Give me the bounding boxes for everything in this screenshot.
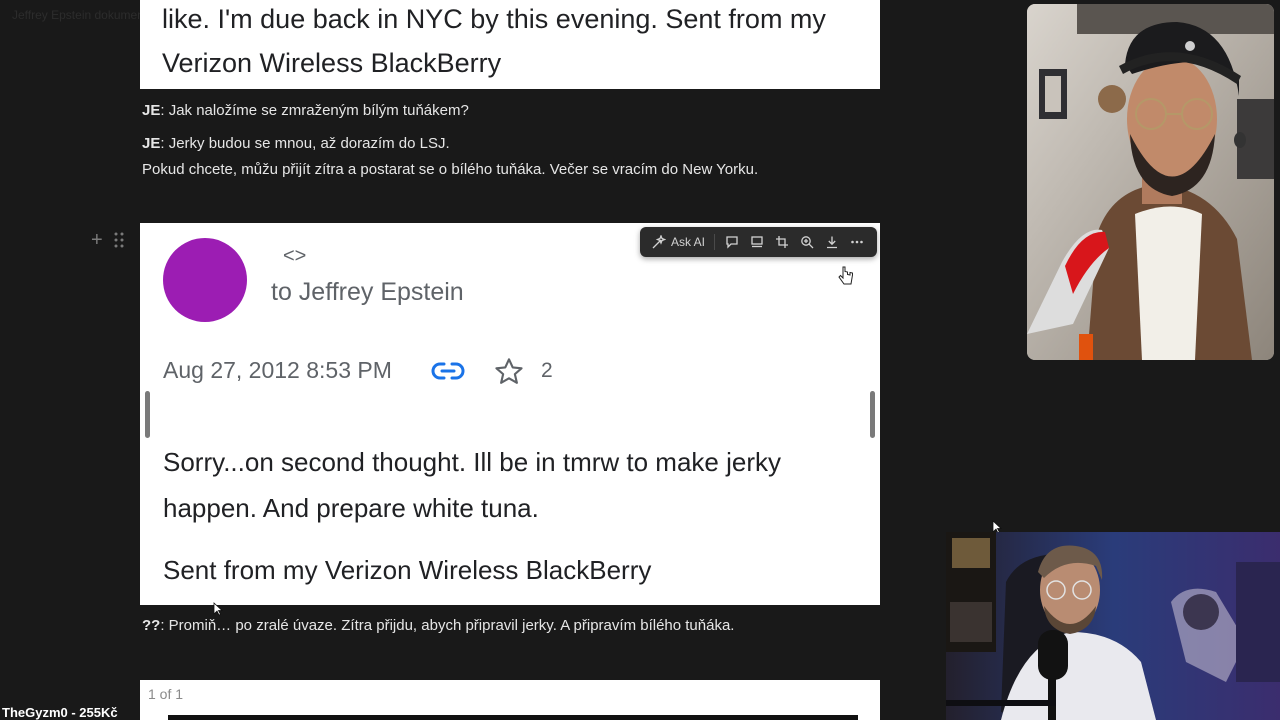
- star-icon: [493, 356, 525, 393]
- comment-button[interactable]: [719, 227, 744, 257]
- add-block-icon[interactable]: +: [91, 230, 103, 250]
- email-body-line-1: Sorry...on second thought. Ill be in tmr…: [163, 447, 782, 477]
- webcam-streamer-top: [1027, 4, 1274, 360]
- crop-button[interactable]: [769, 227, 794, 257]
- ask-ai-label: Ask AI: [671, 235, 706, 249]
- link-icon: [431, 358, 465, 389]
- email-image-main[interactable]: <> to Jeffrey Epstein Aug 27, 2012 8:53 …: [140, 223, 880, 605]
- toolbar-divider: [714, 234, 716, 250]
- ask-ai-icon: [652, 235, 666, 249]
- more-icon: [850, 240, 863, 244]
- email-top-line-2: Verizon Wireless BlackBerry: [162, 48, 502, 78]
- zoom-button[interactable]: [794, 227, 819, 257]
- translation-paragraph-3[interactable]: Pokud chcete, můžu přijít zítra a postar…: [142, 161, 758, 178]
- mouse-cursor-icon: [213, 602, 224, 621]
- ask-ai-button[interactable]: Ask AI: [640, 227, 714, 257]
- caption-button[interactable]: [744, 227, 769, 257]
- resize-handle-left[interactable]: [145, 391, 150, 438]
- caption-icon: [750, 236, 763, 248]
- translation-paragraph-1[interactable]: JE: Jak naložíme se zmraženým bílým tuňá…: [142, 102, 469, 119]
- paragraph-text: : Jerky budou se mnou, až dorazím do LSJ…: [160, 135, 450, 152]
- speaker-label: JE: [142, 102, 161, 119]
- image-toolbar: Ask AI: [640, 227, 877, 257]
- faint-header-text: Jeffrey Epstein dokumenty: [12, 8, 154, 22]
- more-options-button[interactable]: [844, 227, 869, 257]
- channel-tag: TheGyzm0 - 255Kč: [2, 705, 118, 720]
- email-top-line-1: like. I'm due back in NYC by this evenin…: [162, 4, 826, 34]
- sender-address: <>: [283, 245, 307, 267]
- email-image-top[interactable]: like. I'm due back in NYC by this evenin…: [140, 0, 880, 89]
- sender-avatar: [163, 238, 247, 322]
- speaker-label: ??: [142, 617, 161, 634]
- drag-handle-icon[interactable]: [114, 232, 124, 253]
- hand-cursor-icon: [838, 266, 854, 291]
- translation-paragraph-4[interactable]: ??: Promiň… po zralé úvaze. Zítra přijdu…: [142, 617, 734, 634]
- translation-paragraph-2[interactable]: JE: Jerky budou se mnou, až dorazím do L…: [142, 135, 450, 152]
- zoom-icon: [800, 236, 813, 249]
- speaker-label: JE: [142, 135, 161, 152]
- paragraph-text: : Promiň… po zralé úvaze. Zítra přijdu, …: [160, 617, 735, 634]
- download-icon: [826, 236, 837, 249]
- email-signature: Sent from my Verizon Wireless BlackBerry: [163, 555, 652, 585]
- paragraph-text: Pokud chcete, můžu přijít zítra a postar…: [142, 161, 759, 178]
- webcam-streamer-bottom: [946, 532, 1280, 720]
- resize-handle-right[interactable]: [870, 391, 875, 438]
- recipient-line: to Jeffrey Epstein: [271, 278, 464, 306]
- download-button[interactable]: [819, 227, 844, 257]
- comment-icon: [725, 236, 738, 249]
- page-count: 1 of 1: [148, 686, 184, 702]
- redaction-bar: [168, 715, 858, 720]
- crop-icon: [775, 236, 788, 248]
- email-body-line-2: happen. And prepare white tuna.: [163, 493, 539, 523]
- email-image-bottom[interactable]: 1 of 1: [140, 680, 880, 720]
- email-date: Aug 27, 2012 8:53 PM: [163, 357, 392, 383]
- paragraph-text: : Jak naložíme se zmraženým bílým tuňáke…: [160, 102, 469, 119]
- star-count: 2: [541, 359, 553, 382]
